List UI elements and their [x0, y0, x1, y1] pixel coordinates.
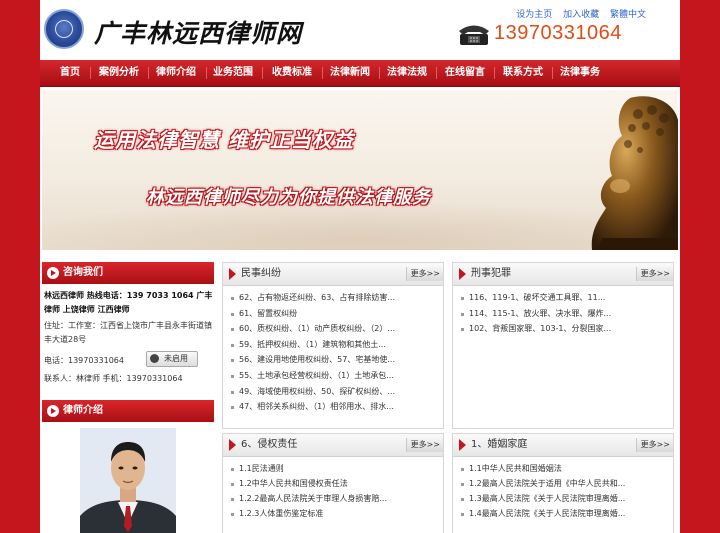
- civil-disputes-box: 民事纠纷 更多>> 62、占有物返还纠纷、63、占有排除妨害... 61、留置权…: [222, 262, 444, 429]
- nav-lawyer-intro[interactable]: 律师介绍: [156, 60, 196, 86]
- triangle-marker-icon: [459, 268, 466, 280]
- triangle-marker-icon: [229, 439, 236, 451]
- tort-liability-list: 1.1民法通则 1.2中华人民共和国侵权责任法 1.2.2最高人民法院关于审理人…: [223, 457, 443, 521]
- page: 广丰林远西律师网 设为主页 加入收藏 繁體中文 13970331064 首页 案…: [40, 0, 680, 533]
- list-item[interactable]: 55、土地承包经营权纠纷、（1）土地承包...: [223, 368, 443, 384]
- hero-banner: 运用法律智慧 维护正当权益 林远西律师尽力为你提供法律服务: [42, 90, 678, 250]
- banner-slogan-primary: 运用法律智慧 维护正当权益: [94, 128, 354, 152]
- triangle-marker-icon: [459, 439, 466, 451]
- list-item[interactable]: 1.2.2最高人民法院关于审理人身损害赔...: [223, 491, 443, 506]
- list-item[interactable]: 59、抵押权纠纷、（1）建筑物和其他土...: [223, 337, 443, 353]
- nav-legal-affairs[interactable]: 法律事务: [560, 60, 600, 86]
- criminal-more-link[interactable]: 更多>>: [635, 267, 673, 281]
- contact-panel: 林远西律师 热线电话：139 7033 1064 广丰律师 上饶律师 江西律师 …: [42, 287, 214, 386]
- tort-more-link[interactable]: 更多>>: [405, 438, 443, 452]
- site-title: 广丰林远西律师网: [94, 19, 303, 48]
- list-item[interactable]: 114、115-1、放火罪、决水罪、爆炸...: [453, 306, 673, 322]
- list-item[interactable]: 61、留置权纠纷: [223, 306, 443, 322]
- criminal-offenses-title: 刑事犯罪: [471, 268, 511, 279]
- list-item[interactable]: 1.2最高人民法院关于适用《中华人民共和...: [453, 476, 673, 491]
- marriage-family-box: 1、婚姻家庭 更多>> 1.1中华人民共和国婚姻法 1.2最高人民法院关于适用《…: [452, 433, 674, 533]
- list-item[interactable]: 60、质权纠纷、（1）动产质权纠纷、（2）...: [223, 321, 443, 337]
- contact-headline: 林远西律师 热线电话：139 7033 1064 广丰律师 上饶律师 江西律师: [44, 291, 213, 314]
- marriage-family-header: 1、婚姻家庭 更多>>: [453, 434, 673, 457]
- contact-person: 联系人：林律师 手机：13970331064: [44, 374, 183, 383]
- nav-home[interactable]: 首页: [60, 60, 80, 86]
- list-item[interactable]: 102、背叛国家罪、103-1、分裂国家...: [453, 321, 673, 337]
- qq-chat-button[interactable]: 未启用: [146, 351, 198, 367]
- criminal-offenses-header: 刑事犯罪 更多>>: [453, 263, 673, 286]
- list-item[interactable]: 116、119-1、破坏交通工具罪、11...: [453, 290, 673, 306]
- nav-business-scope[interactable]: 业务范围: [213, 60, 253, 86]
- traditional-chinese-link[interactable]: 繁體中文: [610, 10, 646, 20]
- tort-liability-header: 6、侵权责任 更多>>: [223, 434, 443, 457]
- civil-more-link[interactable]: 更多>>: [405, 267, 443, 281]
- set-homepage-link[interactable]: 设为主页: [516, 10, 552, 20]
- nav-contact[interactable]: 联系方式: [503, 60, 543, 86]
- civil-disputes-header: 民事纠纷 更多>>: [223, 263, 443, 286]
- lawyer-emblem-logo: [44, 9, 84, 49]
- tort-liability-title: 6、侵权责任: [241, 439, 298, 450]
- telephone-icon: [459, 25, 489, 45]
- stone-lion-image: [591, 96, 678, 250]
- list-item[interactable]: 1.1中华人民共和国婚姻法: [453, 461, 673, 476]
- list-item[interactable]: 1.1民法通则: [223, 461, 443, 476]
- list-item[interactable]: 1.2.3人体重伤鉴定标准: [223, 506, 443, 521]
- qq-icon: [150, 354, 159, 363]
- list-item[interactable]: 56、建设用地使用权纠纷、57、宅基地使...: [223, 352, 443, 368]
- main-nav: 首页 案例分析 律师介绍 业务范围 收费标准 法律新闻 法律法规 在线留言 联系…: [40, 60, 680, 87]
- nav-laws[interactable]: 法律法规: [387, 60, 427, 86]
- add-favorite-link[interactable]: 加入收藏: [563, 10, 599, 20]
- family-more-link[interactable]: 更多>>: [635, 438, 673, 452]
- arrow-bullet-icon: [47, 267, 59, 279]
- civil-disputes-list: 62、占有物返还纠纷、63、占有排除妨害... 61、留置权纠纷 60、质权纠纷…: [223, 286, 443, 415]
- contact-address: 住址：工作室：江西省上饶市广丰县永丰街道镇丰大道28号: [44, 321, 212, 344]
- nav-online-message[interactable]: 在线留言: [445, 60, 485, 86]
- hotline-number: 13970331064: [494, 22, 622, 44]
- nav-fees[interactable]: 收费标准: [272, 60, 312, 86]
- lawyer-photo-frame: [42, 424, 214, 533]
- banner-slogan-secondary: 林远西律师尽力为你提供法律服务: [146, 187, 431, 208]
- consult-us-header: 咨询我们: [42, 262, 214, 284]
- list-item[interactable]: 49、海域使用权纠纷、50、探矿权纠纷、...: [223, 384, 443, 400]
- list-item[interactable]: 47、相邻关系纠纷、（1）相邻用水、排水...: [223, 399, 443, 415]
- criminal-offenses-box: 刑事犯罪 更多>> 116、119-1、破坏交通工具罪、11... 114、11…: [452, 262, 674, 429]
- lawyer-portrait-photo: [80, 428, 176, 533]
- marriage-family-title: 1、婚姻家庭: [471, 439, 528, 450]
- list-item[interactable]: 1.2中华人民共和国侵权责任法: [223, 476, 443, 491]
- nav-legal-news[interactable]: 法律新闻: [330, 60, 370, 86]
- top-links: 设为主页 加入收藏 繁體中文: [508, 7, 646, 20]
- civil-disputes-title: 民事纠纷: [241, 268, 281, 279]
- tort-liability-box: 6、侵权责任 更多>> 1.1民法通则 1.2中华人民共和国侵权责任法 1.2.…: [222, 433, 444, 533]
- lawyer-intro-header: 律师介绍: [42, 400, 214, 422]
- triangle-marker-icon: [229, 268, 236, 280]
- list-item[interactable]: 1.3最高人民法院《关于人民法院审理离婚...: [453, 491, 673, 506]
- list-item[interactable]: 62、占有物返还纠纷、63、占有排除妨害...: [223, 290, 443, 306]
- list-item[interactable]: 1.4最高人民法院《关于人民法院审理离婚...: [453, 506, 673, 521]
- header: 广丰林远西律师网 设为主页 加入收藏 繁體中文 13970331064: [40, 0, 680, 57]
- marriage-family-list: 1.1中华人民共和国婚姻法 1.2最高人民法院关于适用《中华人民共和... 1.…: [453, 457, 673, 521]
- criminal-offenses-list: 116、119-1、破坏交通工具罪、11... 114、115-1、放火罪、决水…: [453, 286, 673, 337]
- nav-case-analysis[interactable]: 案例分析: [99, 60, 139, 86]
- arrow-bullet-icon: [47, 405, 59, 417]
